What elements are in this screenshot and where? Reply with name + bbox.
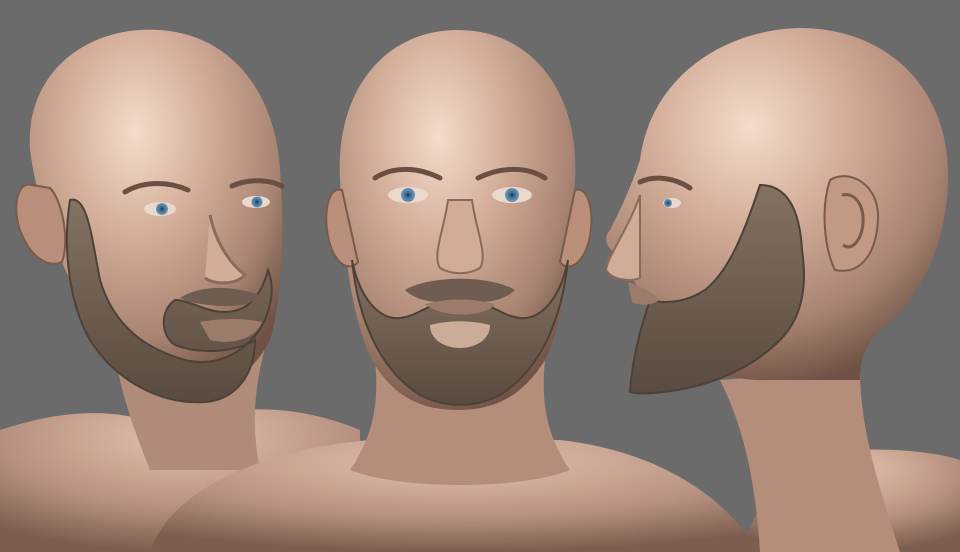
iris-center-1: [401, 188, 415, 202]
iris-profile: [664, 199, 672, 207]
iris-left-1: [156, 203, 168, 215]
iris-center-2: [505, 188, 519, 202]
sculpt-render: [0, 0, 960, 552]
iris-left-2: [251, 196, 263, 208]
